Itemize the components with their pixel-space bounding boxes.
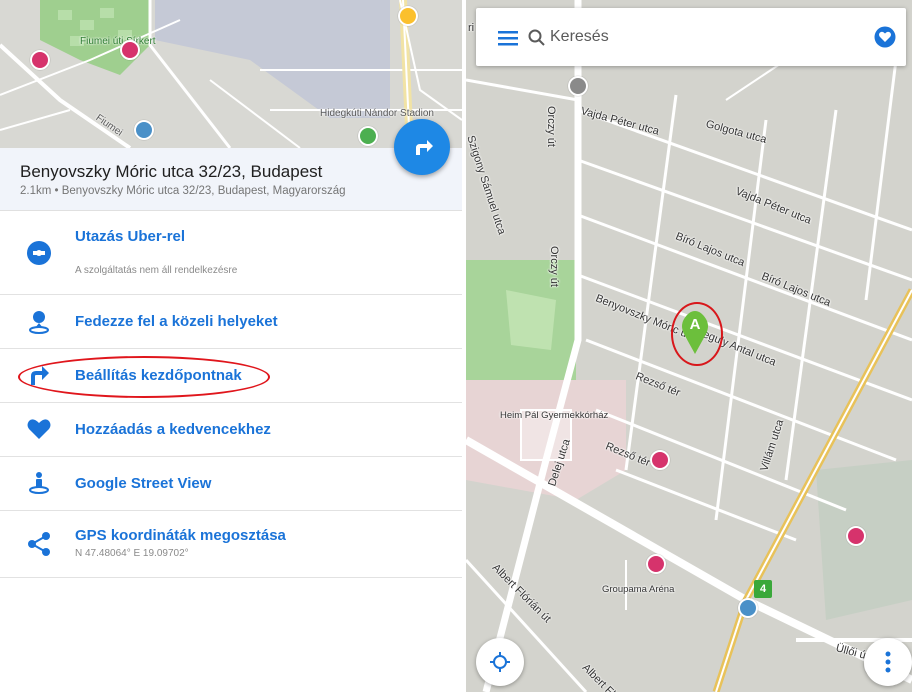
place-label: Groupama Aréna [602, 584, 675, 595]
parking-icon[interactable] [358, 126, 378, 146]
set-start-arrow-icon [26, 362, 52, 388]
search-input[interactable]: Keresés [550, 28, 609, 46]
place-label: Heim Pál Gyermekkórház [500, 410, 609, 421]
menu-label: Google Street View [75, 475, 212, 492]
menu-label: GPS koordináták megosztása [75, 527, 286, 544]
search-icon [528, 29, 545, 46]
poi-marker[interactable] [650, 450, 670, 470]
menu-label: Fedezze fel a közeli helyeket [75, 313, 278, 330]
more-vert-icon [885, 651, 891, 673]
street-view-icon [26, 470, 52, 496]
poi-marker[interactable] [120, 40, 140, 60]
street-label: Orczy út [548, 246, 560, 287]
poi-marker[interactable] [398, 6, 418, 26]
share-icon [26, 531, 52, 557]
poi-marker[interactable] [846, 526, 866, 546]
tram-stop-icon[interactable] [738, 598, 758, 618]
mini-map-graphic [0, 0, 462, 148]
favorites-heart-icon[interactable] [874, 26, 896, 48]
address-subtitle: 2.1km • Benyovszky Móric utca 32/23, Bud… [20, 185, 346, 197]
menu-label: Beállítás kezdőpontnak [75, 367, 242, 384]
directions-arrow-icon [416, 140, 433, 155]
menu-item-street-view[interactable]: Google Street View [0, 457, 462, 511]
gps-coordinates: N 47.48064° E 19.09702° [75, 548, 189, 559]
park-label: Fiumei úti Sírkert [80, 36, 156, 47]
search-bar[interactable]: Keresés [476, 8, 906, 66]
route-button[interactable] [394, 119, 450, 175]
poi-marker[interactable] [646, 554, 666, 574]
poi-marker[interactable] [30, 50, 50, 70]
uber-icon [26, 240, 52, 266]
street-label: ri [468, 22, 475, 34]
route-number-badge: 4 [754, 580, 772, 598]
street-label: Orczy út [545, 106, 557, 147]
stadium-label: Hidegkúti Nándor Stadion [320, 108, 434, 119]
tram-stop-icon[interactable] [134, 120, 154, 140]
menu-label: Hozzáadás a kedvencekhez [75, 421, 271, 438]
address-header: Benyovszky Móric utca 32/23, Budapest 2.… [0, 148, 462, 211]
menu-label: Utazás Uber-rel [75, 228, 186, 245]
pin-letter: A [689, 316, 701, 333]
menu-sublabel: A szolgáltatás nem áll rendelkezésre [75, 265, 238, 276]
location-pin-a[interactable]: A [680, 310, 710, 354]
place-details-panel: Fiumei úti Sírkert Hidegkúti Nándor Stad… [0, 0, 462, 692]
menu-item-explore-nearby[interactable]: Fedezze fel a közeli helyeket [0, 295, 462, 349]
heart-icon [26, 416, 52, 442]
crosshair-icon [490, 652, 510, 672]
menu-item-share-gps[interactable]: GPS koordináták megosztása N 47.48064° E… [0, 511, 462, 578]
menu-item-uber[interactable]: Utazás Uber-rel A szolgáltatás nem áll r… [0, 211, 462, 295]
my-location-button[interactable] [476, 638, 524, 686]
mini-map[interactable]: Fiumei úti Sírkert Hidegkúti Nándor Stad… [0, 0, 462, 148]
menu-item-set-start[interactable]: Beállítás kezdőpontnak [0, 349, 462, 403]
hamburger-menu-icon[interactable] [498, 30, 518, 46]
explore-person-pin-icon [26, 308, 52, 334]
fuel-station-icon[interactable] [568, 76, 588, 96]
address-title: Benyovszky Móric utca 32/23, Budapest [20, 162, 323, 181]
more-options-button[interactable] [864, 638, 912, 686]
map-view[interactable]: Vajda Péter utca Golgota utca Vajda Péte… [466, 0, 912, 692]
menu-item-add-favorite[interactable]: Hozzáadás a kedvencekhez [0, 403, 462, 457]
